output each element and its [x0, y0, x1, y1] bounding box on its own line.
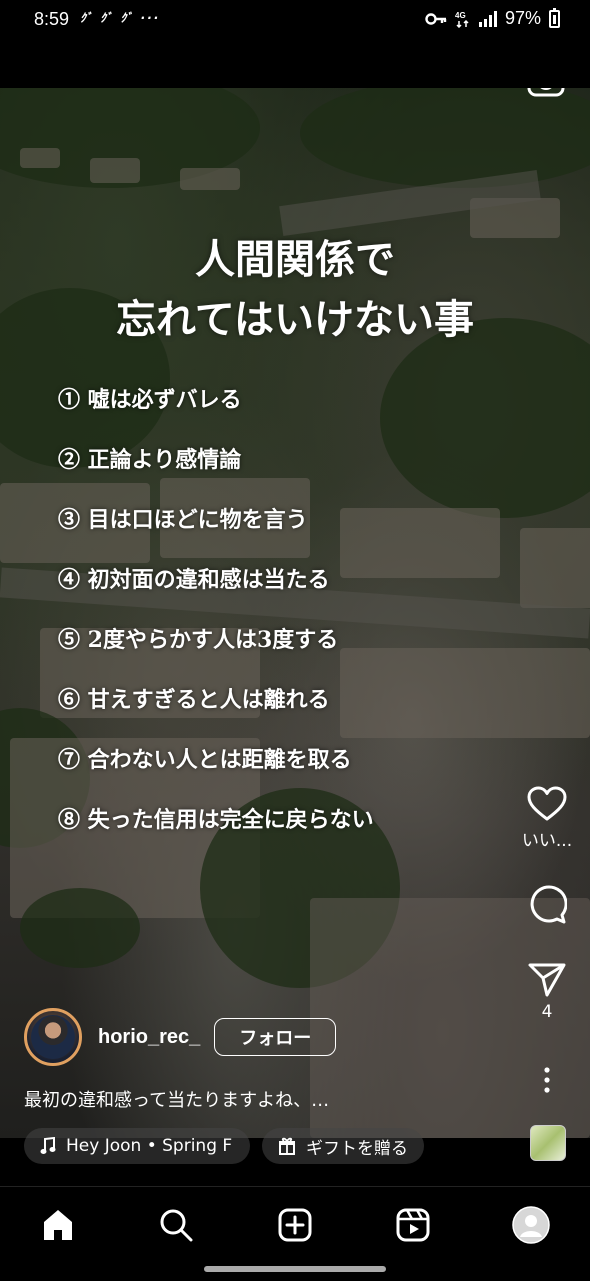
user-row: horio_rec_ フォロー	[24, 1008, 337, 1066]
nav-create[interactable]	[275, 1205, 315, 1245]
list-item: ④ 初対面の違和感は当たる	[58, 567, 330, 593]
profile-icon	[512, 1206, 550, 1244]
reels-icon	[396, 1208, 430, 1242]
status-right: 4G 97%	[425, 7, 560, 29]
more-button[interactable]	[500, 1066, 590, 1094]
username[interactable]: horio_rec_	[98, 1026, 200, 1049]
create-icon	[278, 1208, 312, 1242]
key-icon	[425, 12, 447, 25]
music-chip[interactable]: Hey Joon • Spring F	[24, 1128, 250, 1164]
music-label: Hey Joon • Spring F	[66, 1136, 233, 1156]
home-icon	[44, 1210, 72, 1240]
svg-text:4G: 4G	[455, 11, 466, 20]
share-count: 4	[541, 1002, 553, 1022]
list-item: ⑤ 2度やらかす人は3度する	[58, 627, 339, 653]
signal-icon	[478, 10, 497, 27]
search-icon	[160, 1209, 193, 1242]
nav-home[interactable]	[38, 1205, 78, 1245]
gift-chip[interactable]: ギフトを贈る	[262, 1128, 424, 1164]
status-time: 8:59	[34, 9, 70, 29]
like-label: いい...	[521, 831, 573, 851]
4g-icon: 4G	[455, 11, 469, 28]
reel-list: ① 嘘は必ずバレる ② 正論より感情論 ③ 目は口ほどに物を言う ④ 初対面の違…	[58, 382, 374, 862]
caption[interactable]: 最初の違和感って当たりますよね、…	[24, 1086, 329, 1112]
camera-icon[interactable]	[526, 88, 568, 100]
avatar[interactable]	[24, 1008, 82, 1066]
like-button[interactable]: いい...	[500, 786, 590, 851]
list-item: ⑥ 甘えすぎると人は離れる	[58, 687, 330, 713]
list-item: ① 嘘は必ずバレる	[58, 387, 242, 413]
battery-percent: 97%	[504, 8, 541, 28]
comment-icon	[530, 885, 567, 924]
list-item: ⑦ 合わない人とは距離を取る	[58, 747, 352, 773]
comment-button[interactable]	[500, 884, 590, 924]
home-indicator[interactable]	[204, 1266, 386, 1272]
share-button[interactable]: 4	[500, 962, 590, 1022]
nav-reels[interactable]	[393, 1205, 433, 1245]
gift-icon	[279, 1137, 295, 1155]
nav-search[interactable]	[156, 1205, 196, 1245]
chips-row: Hey Joon • Spring F ギフトを贈る	[24, 1128, 424, 1164]
list-item: ③ 目は口ほどに物を言う	[58, 507, 308, 533]
status-bar: 8:59 ｸﾞ ｸﾞ ｸﾞ ··· 4G 97%	[0, 0, 590, 40]
list-item: ② 正論より感情論	[58, 447, 242, 473]
audio-thumbnail[interactable]	[530, 1125, 566, 1161]
list-item: ⑧ 失った信用は完全に戻らない	[58, 807, 374, 833]
heart-icon	[527, 786, 567, 821]
gift-label: ギフトを贈る	[306, 1138, 408, 1159]
reel-title-line2: 忘れてはいけない事	[116, 296, 474, 343]
nav-profile[interactable]	[511, 1205, 551, 1245]
more-icon	[544, 1067, 550, 1093]
music-note-icon	[40, 1137, 56, 1154]
send-icon	[528, 963, 566, 997]
follow-button[interactable]: フォロー	[214, 1018, 337, 1056]
reel-title-line1: 人間関係で	[195, 236, 395, 283]
notification-icons: ｸﾞ ｸﾞ ｸﾞ ···	[80, 11, 161, 25]
battery-icon	[549, 7, 560, 28]
